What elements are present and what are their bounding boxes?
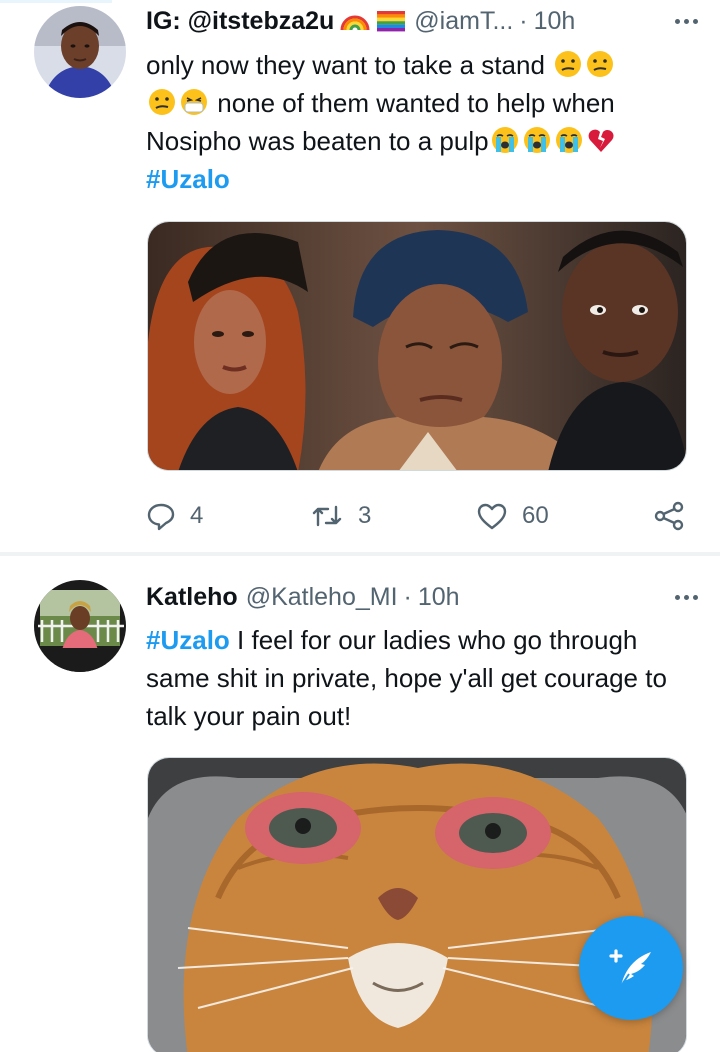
like-button[interactable]: 60 <box>476 496 549 536</box>
separator-dot: · <box>403 582 412 611</box>
reply-icon <box>147 503 175 531</box>
broken-heart-icon <box>588 129 614 152</box>
confused-face-icon <box>587 51 614 77</box>
tweet-text-line: only now they want to take a stand <box>146 50 545 80</box>
user-handle[interactable]: @Katleho_MI <box>246 583 398 612</box>
more-icon[interactable] <box>675 580 698 614</box>
compose-tweet-button[interactable] <box>579 916 683 1020</box>
separator-dot: · <box>519 6 528 35</box>
display-name[interactable]: Katleho <box>146 583 238 612</box>
face-with-medical-mask-icon <box>181 89 207 115</box>
loudly-crying-face-icon <box>523 127 550 153</box>
rainbow-icon <box>340 15 370 31</box>
tv-scene-photo-icon <box>148 222 686 470</box>
like-count: 60 <box>522 502 549 529</box>
retweet-count: 3 <box>358 502 372 529</box>
share-button[interactable] <box>652 496 686 536</box>
timestamp[interactable]: 10h <box>418 583 460 612</box>
hashtag-link[interactable]: #Uzalo <box>146 164 230 194</box>
loudly-crying-face-icon <box>555 127 582 153</box>
more-icon[interactable] <box>675 4 698 38</box>
tweet-text-line: Nosipho was beaten to a pulp <box>146 126 489 156</box>
tweet-header: IG: @itstebza2u @iamT... · 10h <box>146 4 698 38</box>
user-handle[interactable]: @iamT... <box>414 7 513 36</box>
hashtag-link[interactable]: #Uzalo <box>146 625 230 655</box>
tweet-header: Katleho @Katleho_MI · 10h <box>146 580 698 614</box>
avatar[interactable] <box>34 580 126 672</box>
retweet-button[interactable]: 3 <box>310 496 371 536</box>
confused-face-icon <box>555 51 582 77</box>
pride-flag-icon <box>377 11 406 32</box>
tweet-actions: 4 3 60 <box>146 496 698 536</box>
tweet-text-line: none of them wanted to help when <box>217 88 615 118</box>
timestamp[interactable]: 10h <box>534 7 576 36</box>
share-icon <box>654 501 684 531</box>
compose-tweet-icon <box>609 949 651 987</box>
reply-count: 4 <box>190 502 204 529</box>
tweet-media-image[interactable] <box>147 221 687 471</box>
tweet-text: only now they want to take a stand none … <box>146 46 680 198</box>
loudly-crying-face-icon <box>491 127 518 153</box>
confused-face-icon <box>149 89 175 115</box>
display-name[interactable]: IG: @itstebza2u <box>146 7 334 36</box>
tweet-text: #Uzalo I feel for our ladies who go thro… <box>146 621 680 735</box>
tweet-card[interactable]: IG: @itstebza2u @iamT... · 10h only now … <box>0 0 720 552</box>
like-icon <box>477 503 507 530</box>
avatar[interactable] <box>34 6 126 98</box>
retweet-icon <box>312 505 342 527</box>
reply-button[interactable]: 4 <box>146 496 203 536</box>
